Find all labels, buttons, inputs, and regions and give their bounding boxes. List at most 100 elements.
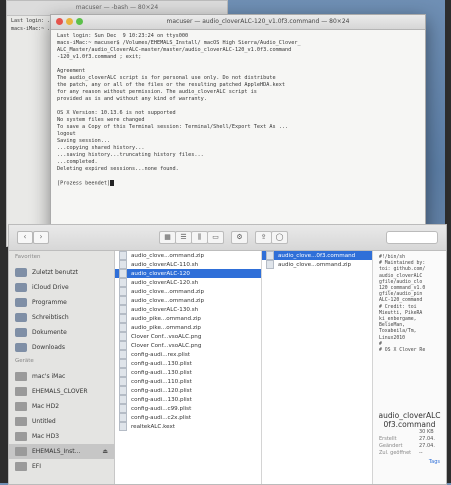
- sidebar-item-downloads[interactable]: Downloads: [9, 340, 114, 355]
- file-name: Clover Conf...vsoALC.png: [131, 342, 202, 349]
- terminal-line: Saving session...: [57, 138, 111, 144]
- file-icon: [119, 413, 127, 422]
- group-button[interactable]: ⚙: [231, 231, 248, 244]
- file-list-item[interactable]: audio_cloverALC-110.sh: [115, 260, 261, 269]
- icon-view-button[interactable]: ▦: [159, 231, 176, 244]
- eject-icon[interactable]: ⏏: [102, 448, 108, 455]
- file-list-item[interactable]: audio_cloverALC-130.sh: [115, 305, 261, 314]
- file-name: config-audi...c99.plist: [131, 405, 192, 412]
- terminal-line: No system files were changed: [57, 117, 145, 123]
- disk-icon: [15, 462, 27, 471]
- sidebar-item-label: Schreibtisch: [32, 314, 69, 321]
- finder-window[interactable]: ‹ › ▦ ☰ ⫼ ▭ ⚙ ⇪ ◯ Favoriten Zuletzt benu…: [8, 224, 447, 485]
- file-icon: [119, 332, 127, 341]
- file-icon: [119, 269, 127, 278]
- sidebar-item-ehemals-inst[interactable]: EHEMALS_Inst... ⏏: [9, 444, 114, 459]
- terminal-title: macuser — audio_cloverALC-120_v1.0f3.com…: [166, 18, 350, 25]
- file-icon: [119, 404, 127, 413]
- sidebar-item-mac-hd3[interactable]: Mac HD3: [9, 429, 114, 444]
- document-icon: [15, 328, 27, 337]
- file-icon: [119, 386, 127, 395]
- file-name: audio_cloverALC-120.sh: [131, 279, 199, 286]
- sidebar-item-label: Zuletzt benutzt: [32, 269, 78, 276]
- desktop-icon: [15, 313, 27, 322]
- file-list-item[interactable]: audio_pike...ommand.zip: [115, 314, 261, 323]
- sidebar-item-label: Programme: [32, 299, 67, 306]
- sidebar-item-label: mac's iMac: [32, 373, 66, 380]
- search-field[interactable]: [386, 231, 438, 244]
- file-list-item[interactable]: config-audi...c99.plist: [115, 404, 261, 413]
- sidebar-item-documents[interactable]: Dokumente: [9, 325, 114, 340]
- file-icon: [119, 287, 127, 296]
- file-list-item[interactable]: audio_clove...ommand.zip: [115, 251, 261, 260]
- column-view-button[interactable]: ⫼: [191, 231, 208, 244]
- list-view-button[interactable]: ☰: [175, 231, 192, 244]
- sidebar-item-label: Downloads: [32, 344, 65, 351]
- sidebar-item-desktop[interactable]: Schreibtisch: [9, 310, 114, 325]
- share-button[interactable]: ⇪: [255, 231, 272, 244]
- sidebar-item-recents[interactable]: Zuletzt benutzt: [9, 265, 114, 280]
- file-list-item[interactable]: realtekALC.kext: [115, 422, 261, 431]
- file-list-item[interactable]: audio_clove...ommand.zip: [115, 296, 261, 305]
- close-button[interactable]: [56, 18, 63, 25]
- file-list-item[interactable]: Clover Conf...vsoALC.png: [115, 341, 261, 350]
- file-icon: [119, 305, 127, 314]
- tags-link[interactable]: Tags: [373, 457, 446, 467]
- back-button[interactable]: ‹: [17, 231, 33, 244]
- sidebar-item-label: Mac HD3: [32, 433, 60, 440]
- file-list-item[interactable]: config-audi...110.plist: [115, 377, 261, 386]
- tag-button[interactable]: ◯: [271, 231, 288, 244]
- file-list-item[interactable]: audio_pike...ommand.zip: [115, 323, 261, 332]
- sidebar-item-mac-hd2[interactable]: Mac HD2: [9, 399, 114, 414]
- preview-file-name-2: 0f3.command: [383, 420, 436, 429]
- terminal-line: the patch, any or all of the files or th…: [57, 82, 285, 88]
- file-list-item[interactable]: audio_clove...ommand.zip: [262, 260, 372, 269]
- terminal-window[interactable]: macuser — audio_cloverALC-120_v1.0f3.com…: [50, 14, 426, 242]
- sidebar-item-applications[interactable]: Programme: [9, 295, 114, 310]
- terminal-line: provided as is and without any kind of w…: [57, 96, 207, 102]
- terminal-cursor: [110, 180, 115, 186]
- sidebar-item-icloud[interactable]: iCloud Drive: [9, 280, 114, 295]
- sidebar-item-imac[interactable]: mac's iMac: [9, 369, 114, 384]
- file-name: realtekALC.kext: [131, 423, 175, 430]
- file-icon: [119, 296, 127, 305]
- file-list-item[interactable]: Clover Conf...vsoALC.png: [115, 332, 261, 341]
- preview-meta-row: 30 KB: [419, 429, 434, 435]
- sidebar-item-untitled[interactable]: Untitled: [9, 414, 114, 429]
- file-list-item[interactable]: config-audi...130.plist: [115, 359, 261, 368]
- terminal-line: ...saving history...truncating history f…: [57, 152, 204, 158]
- forward-button[interactable]: ›: [33, 231, 49, 244]
- terminal-line: for any reason without permission. The a…: [57, 89, 257, 95]
- zoom-button[interactable]: [76, 18, 83, 25]
- file-column-2[interactable]: audio_clove...0f3.command audio_clove...o…: [262, 251, 373, 484]
- file-list-item[interactable]: config-audi...130.plist: [115, 395, 261, 404]
- file-name: audio_cloverALC-110.sh: [131, 261, 199, 268]
- file-list-item[interactable]: audio_cloverALC-120.sh: [115, 278, 261, 287]
- window-controls: [56, 18, 83, 25]
- file-list-item[interactable]: audio_clove...0f3.command: [262, 251, 372, 260]
- file-list-item[interactable]: config-audi...c2x.plist: [115, 413, 261, 422]
- file-column-1[interactable]: audio_clove...ommand.zip audio_cloverALC-…: [115, 251, 262, 484]
- file-icon: [119, 395, 127, 404]
- file-list-item[interactable]: audio_cloverALC-120: [115, 269, 261, 278]
- file-name: Clover Conf...vsoALC.png: [131, 333, 202, 340]
- sidebar-item-label: Dokumente: [32, 329, 67, 336]
- file-name: audio_pike...ommand.zip: [131, 324, 201, 331]
- minimize-button[interactable]: [66, 18, 73, 25]
- file-list-item[interactable]: config-audi...rex.plist: [115, 350, 261, 359]
- file-list-item[interactable]: audio_clove...ommand.zip: [115, 287, 261, 296]
- terminal-line: logout: [57, 131, 76, 137]
- file-icon: [119, 278, 127, 287]
- finder-toolbar: ‹ › ▦ ☰ ⫼ ▭ ⚙ ⇪ ◯: [9, 225, 446, 251]
- terminal-content[interactable]: Last login: Sun Dec 9 10:23:24 on ttys00…: [51, 30, 425, 190]
- gallery-view-button[interactable]: ▭: [207, 231, 224, 244]
- preview-meta-row: Zul. geöffnet --: [379, 450, 423, 456]
- sidebar-item-efi[interactable]: EFI: [9, 459, 114, 474]
- sidebar-item-ehemals-clover[interactable]: EHEMALS_CLOVER: [9, 384, 114, 399]
- terminal-titlebar[interactable]: macuser — audio_cloverALC-120_v1.0f3.com…: [51, 15, 425, 30]
- file-list-item[interactable]: config-audi...130.plist: [115, 368, 261, 377]
- file-name: audio_clove...0f3.command: [278, 252, 356, 259]
- file-list-item[interactable]: config-audi...120.plist: [115, 386, 261, 395]
- file-icon: [266, 260, 274, 269]
